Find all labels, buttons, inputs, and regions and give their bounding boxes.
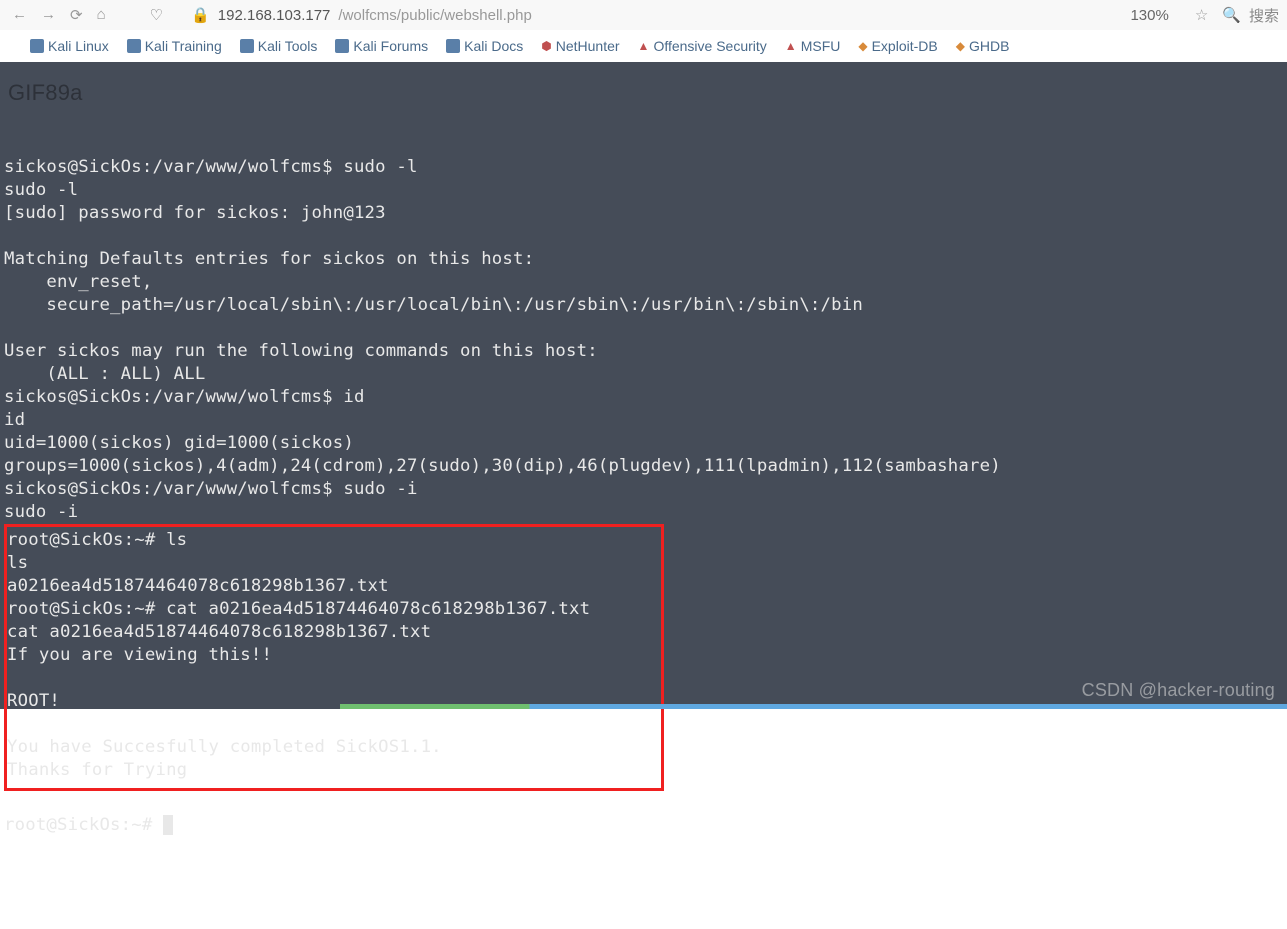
bookmark-kali-docs[interactable]: Kali Docs (446, 38, 523, 54)
term-line: ls (7, 553, 28, 573)
term-line: If you are viewing this!! (7, 645, 272, 665)
term-line: [sudo] password for sickos: john@123 (4, 203, 386, 223)
term-prompt: root@SickOs:~# (4, 815, 163, 835)
term-line: a0216ea4d51874464078c618298b1367.txt (7, 576, 389, 596)
term-line: sudo -l (4, 180, 78, 200)
term-line: root@SickOs:~# ls (7, 530, 187, 550)
bookmark-msfu[interactable]: ▲ MSFU (785, 38, 841, 54)
term-line: You have Succesfully completed SickOS1.1… (7, 737, 442, 757)
bookmark-exploit-db[interactable]: ◆ Exploit-DB (858, 38, 937, 54)
browser-toolbar: ← → ⟳ ⌂ ♡ 🔒 192.168.103.177/wolfcms/publ… (0, 0, 1287, 30)
bookmark-label: MSFU (801, 38, 841, 54)
term-line: id (4, 410, 25, 430)
term-line: sudo -i (4, 502, 78, 522)
bookmark-kali-forums[interactable]: Kali Forums (335, 38, 428, 54)
term-line: sickos@SickOs:/var/www/wolfcms$ sudo -i (4, 479, 418, 499)
terminal-output[interactable]: GIF89a sickos@SickOs:/var/www/wolfcms$ s… (0, 62, 1287, 709)
bookmark-kali-linux[interactable]: Kali Linux (30, 38, 109, 54)
terminal-cursor (163, 815, 173, 835)
bookmark-label: Kali Tools (258, 38, 318, 54)
lock-icon: 🔒 (191, 6, 210, 24)
exploitdb-icon: ◆ (858, 39, 867, 53)
back-button[interactable]: ← (8, 6, 31, 24)
term-line: ROOT! (7, 691, 60, 711)
nav-buttons: ← → ⟳ ⌂ (8, 6, 110, 24)
bookmark-label: NetHunter (556, 38, 620, 54)
highlighted-root-section: root@SickOs:~# ls ls a0216ea4d5187446407… (4, 524, 664, 791)
kali-icon (446, 39, 460, 53)
bookmark-label: Kali Linux (48, 38, 109, 54)
bookmark-star-icon[interactable]: ☆ (1189, 6, 1214, 24)
term-line: cat a0216ea4d51874464078c618298b1367.txt (7, 622, 431, 642)
bookmark-label: Kali Training (145, 38, 222, 54)
offsec-icon: ▲ (638, 39, 650, 53)
msfu-icon: ▲ (785, 39, 797, 53)
bookmark-ghdb[interactable]: ◆ GHDB (956, 38, 1010, 54)
home-button[interactable]: ⌂ (93, 6, 110, 24)
nethunter-icon: ⬢ (541, 39, 551, 53)
bookmark-label: Kali Forums (353, 38, 428, 54)
term-line: sickos@SickOs:/var/www/wolfcms$ sudo -l (4, 157, 418, 177)
bookmark-label: Kali Docs (464, 38, 523, 54)
kali-icon (240, 39, 254, 53)
bookmarks-bar: Kali Linux Kali Training Kali Tools Kali… (0, 30, 1287, 62)
bookmark-nethunter[interactable]: ⬢ NetHunter (541, 38, 619, 54)
term-line: Matching Defaults entries for sickos on … (4, 249, 534, 269)
bookmark-label: Offensive Security (653, 38, 766, 54)
terminal-content: sickos@SickOs:/var/www/wolfcms$ sudo -l … (4, 133, 1283, 860)
kali-icon (335, 39, 349, 53)
bookmark-kali-training[interactable]: Kali Training (127, 38, 222, 54)
term-line: uid=1000(sickos) gid=1000(sickos) groups… (4, 432, 914, 478)
kali-icon (30, 39, 44, 53)
term-line: (ALL : ALL) ALL (4, 364, 205, 384)
term-line: sickos@SickOs:/var/www/wolfcms$ id (4, 387, 365, 407)
term-line: env_reset, (4, 272, 152, 292)
bookmark-offensive-security[interactable]: ▲Offensive Security (638, 38, 767, 54)
term-line: root@SickOs:~# cat a0216ea4d51874464078c… (7, 599, 590, 619)
search-icon[interactable]: 🔍 (1222, 6, 1241, 24)
url-path[interactable]: /wolfcms/public/webshell.php (338, 7, 531, 24)
reload-button[interactable]: ⟳ (66, 6, 87, 24)
search-label[interactable]: 搜索 (1249, 5, 1279, 26)
forward-button[interactable]: → (37, 6, 60, 24)
bookmark-label: GHDB (969, 38, 1009, 54)
term-line: secure_path=/usr/local/sbin\:/usr/local/… (4, 295, 863, 315)
zoom-level[interactable]: 130% (1130, 7, 1168, 24)
bookmark-kali-tools[interactable]: Kali Tools (240, 38, 318, 54)
bookmark-label: Exploit-DB (872, 38, 938, 54)
taskbar-strip (340, 704, 1287, 709)
kali-icon (127, 39, 141, 53)
url-host[interactable]: 192.168.103.177 (218, 7, 331, 24)
ghdb-icon: ◆ (956, 39, 965, 53)
page-background-text: GIF89a (8, 78, 83, 107)
shield-icon: ♡ (150, 6, 163, 24)
term-line: Thanks for Trying (7, 760, 187, 780)
term-line: User sickos may run the following comman… (4, 341, 598, 361)
